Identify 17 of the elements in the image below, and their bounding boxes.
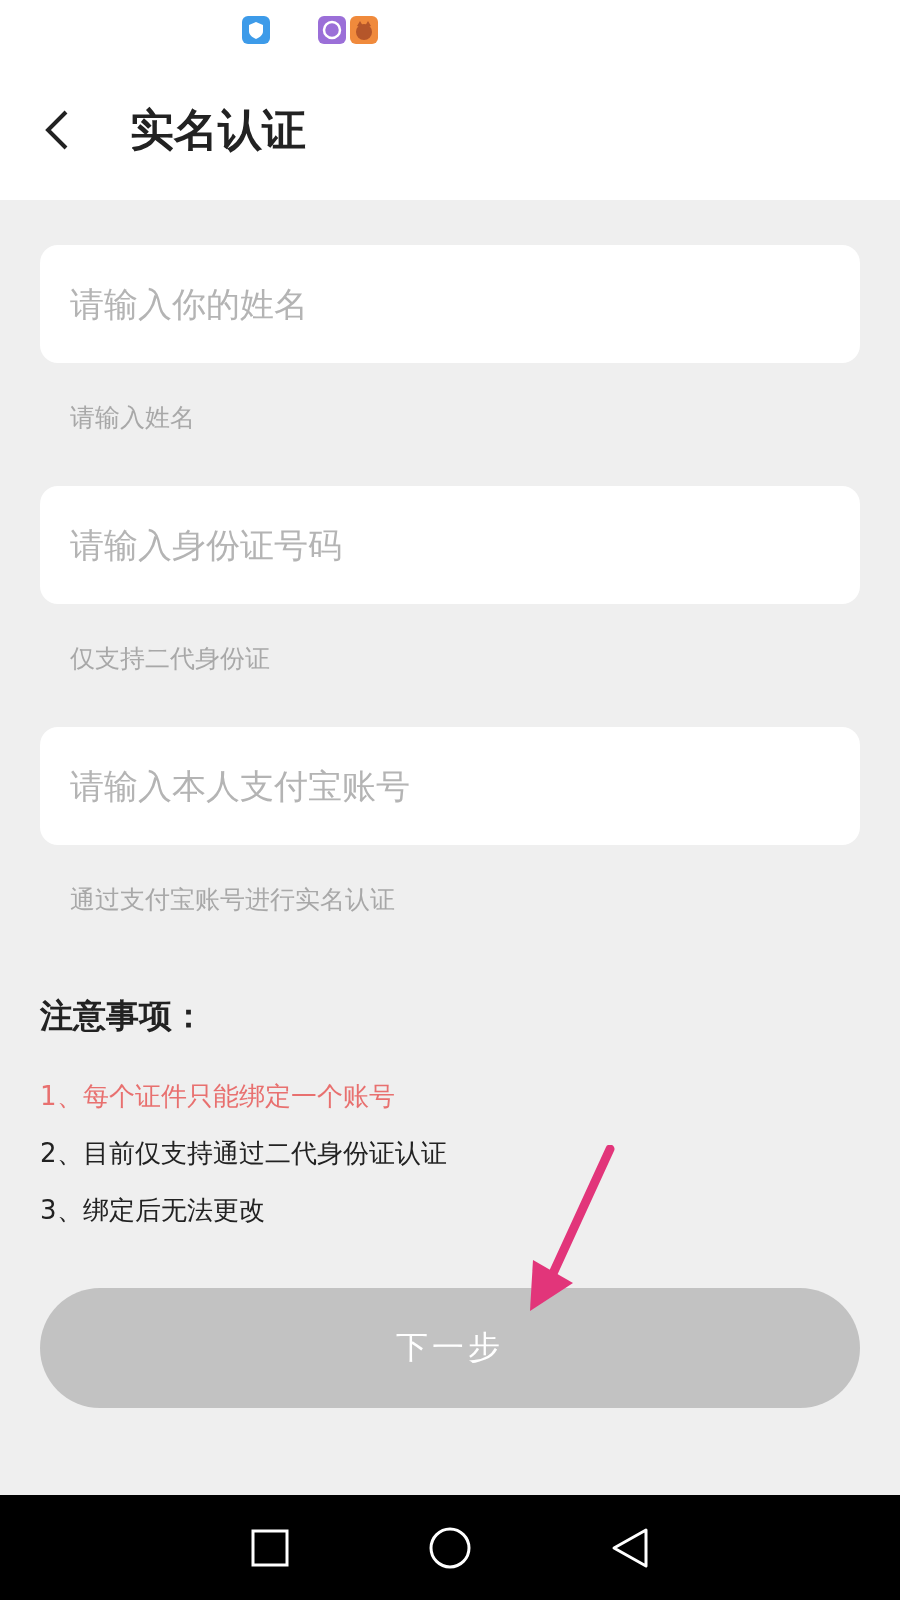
recents-icon[interactable] <box>251 1528 289 1567</box>
field-hint: 仅支持二代身份证 <box>70 643 271 675</box>
notice-item: 2、目前仅支持通过二代身份证认证 <box>40 1137 448 1170</box>
back-icon[interactable] <box>611 1526 649 1569</box>
shield-app-icon <box>242 16 270 44</box>
field-hint: 通过支付宝账号进行实名认证 <box>70 884 396 916</box>
page-title: 实名认证 <box>130 102 306 157</box>
input-field[interactable]: 请输入本人支付宝账号 <box>40 727 860 845</box>
round-app-icon <box>318 16 346 44</box>
input-field[interactable]: 请输入你的姓名 <box>40 245 860 363</box>
input-field[interactable]: 请输入身份证号码 <box>40 486 860 604</box>
notice-item: 1、每个证件只能绑定一个账号 <box>40 1080 396 1113</box>
notice-item: 3、绑定后无法更改 <box>40 1194 266 1227</box>
home-icon[interactable] <box>429 1526 471 1569</box>
field-hint: 请输入姓名 <box>70 402 196 434</box>
notice-title: 注意事项： <box>40 995 206 1037</box>
cat-app-icon <box>350 16 378 44</box>
